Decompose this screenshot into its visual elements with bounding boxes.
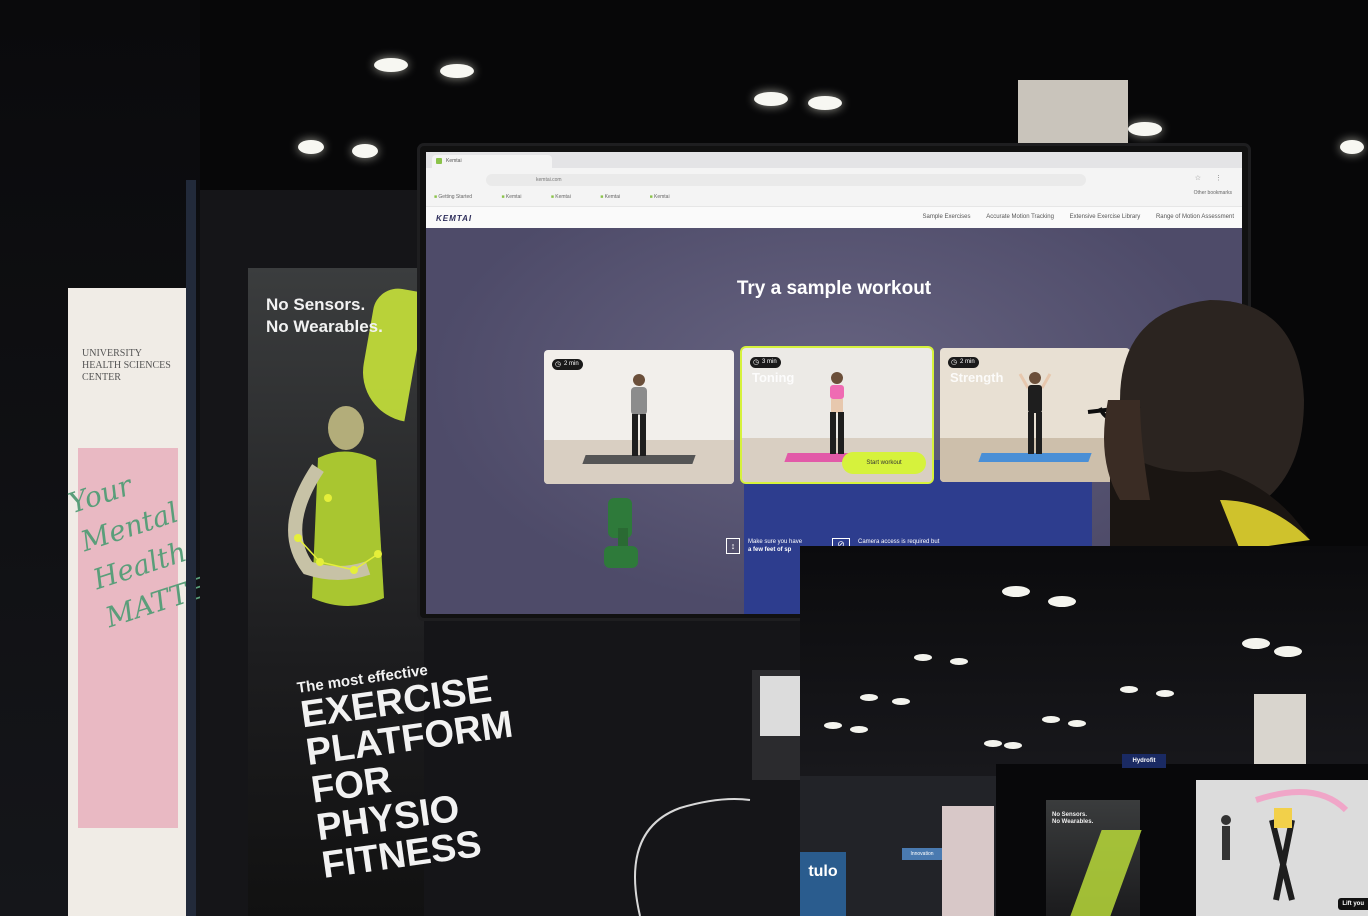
- ceiling-light: [984, 740, 1002, 747]
- info-line: a few feet of sp: [748, 547, 792, 553]
- site-navbar: KEMTAI Sample Exercises Accurate Motion …: [426, 206, 1242, 229]
- ceiling-light: [892, 698, 910, 705]
- duration-badge: 2 min: [552, 359, 583, 370]
- cable: [634, 798, 751, 916]
- banner-athlete-figure: [288, 406, 384, 606]
- address-bar[interactable]: kemtai.com: [486, 174, 1086, 186]
- inset-banner: No Sensors. No Wearables.: [1046, 800, 1142, 916]
- nav-link-range-of-motion[interactable]: Range of Motion Assessment: [1156, 214, 1234, 220]
- site-nav-links: Sample Exercises Accurate Motion Trackin…: [909, 214, 1235, 220]
- inset-display-figure: [1221, 789, 1349, 901]
- space-icon: ↕: [726, 538, 740, 554]
- ceiling-light: [440, 64, 474, 78]
- booth-headline: The most effective EXERCISE PLATFORM FOR…: [296, 648, 553, 887]
- duration-badge: 2 min: [948, 357, 979, 368]
- inset-banner-slogan: No Sensors. No Wearables.: [1052, 812, 1094, 825]
- bookmark-item[interactable]: Kemtai: [501, 194, 521, 200]
- trainer-figure: [830, 372, 844, 454]
- workout-name: Strength: [950, 370, 1004, 385]
- banner-slogan: No Sensors. No Wearables.: [266, 295, 383, 336]
- start-workout-button[interactable]: Start workout: [842, 452, 926, 474]
- other-bookmarks[interactable]: Other bookmarks: [1194, 190, 1232, 196]
- inset-tulo-sign: tulo: [800, 852, 846, 916]
- info-space: ↕ Make sure you have a few feet of sp: [726, 538, 803, 554]
- info-camera: ⊘ Camera access is required but: [832, 538, 940, 550]
- laptop: [752, 670, 800, 780]
- workout-card-selected[interactable]: 3 min Toning Start workout: [742, 348, 932, 482]
- nav-link-exercise-library[interactable]: Extensive Exercise Library: [1070, 214, 1141, 220]
- inset-display-caption: Lift you: [1338, 898, 1368, 910]
- university-banner-text: UNIVERSITY HEALTH SCIENCES CENTER: [82, 348, 171, 383]
- ceiling-light: [1128, 122, 1162, 136]
- bookmark-item[interactable]: Kemtai: [650, 194, 670, 200]
- booth-pole: [186, 180, 196, 916]
- ceiling-light: [1120, 686, 1138, 693]
- ceiling-light: [1274, 646, 1302, 657]
- laptop-screen: [760, 676, 800, 736]
- ceiling-light: [298, 140, 324, 154]
- visitor-person: [1087, 300, 1310, 550]
- inset-banner-shape: [1070, 830, 1142, 916]
- ceiling-light: [914, 654, 932, 661]
- inset-innovation-sign: Innovation: [902, 848, 942, 860]
- ceiling-light: [1156, 690, 1174, 697]
- nav-link-motion-tracking[interactable]: Accurate Motion Tracking: [986, 214, 1054, 220]
- bookmark-item[interactable]: Kemtai: [600, 194, 620, 200]
- expo-booth-photo: UNIVERSITY HEALTH SCIENCES CENTER Your M…: [0, 0, 1368, 916]
- ceiling-light: [950, 658, 968, 665]
- browser-tab[interactable]: Kemtai: [432, 155, 552, 168]
- booth-headline-text: EXERCISE PLATFORM FOR PHYSIO FITNESS: [298, 668, 516, 887]
- ceiling-light: [860, 694, 878, 701]
- ceiling-light: [1048, 596, 1076, 607]
- inset-booth-sign: Hydrofit: [1122, 754, 1166, 768]
- trainer-figure: [631, 374, 647, 456]
- ceiling-light: [1004, 742, 1022, 749]
- bookmark-item[interactable]: Getting Started: [434, 194, 472, 200]
- ceiling-light: [352, 144, 378, 158]
- duration-badge: 3 min: [750, 357, 781, 368]
- workout-card[interactable]: 2 min: [544, 350, 734, 484]
- workout-name: Toning: [752, 370, 795, 385]
- inset-display: Lift you: [1196, 780, 1368, 916]
- ceiling-light: [1042, 716, 1060, 723]
- trainer-figure: [1018, 372, 1052, 454]
- university-banner: UNIVERSITY HEALTH SCIENCES CENTER Your M…: [64, 288, 250, 916]
- ceiling-light: [1242, 638, 1270, 649]
- browser-toolbar-icons[interactable]: ☆ ⋮: [1195, 174, 1228, 182]
- ceiling-light: [1002, 586, 1030, 597]
- ceiling-light: [754, 92, 788, 106]
- inset-booth-wall: [942, 806, 994, 916]
- bookmarks-bar: Getting Started Kemtai Kemtai Kemtai Kem…: [434, 192, 1134, 202]
- ceiling-light: [824, 722, 842, 729]
- kemtai-logo[interactable]: KEMTAI: [436, 214, 472, 223]
- ceiling-light: [1068, 720, 1086, 727]
- nav-link-sample-exercises[interactable]: Sample Exercises: [923, 214, 971, 220]
- inset-photo: tulo Innovation Hydrofit No Sensors. No …: [800, 546, 1368, 916]
- ceiling-light: [808, 96, 842, 110]
- ceiling-column: [1018, 80, 1128, 144]
- browser-tab-strip: Kemtai: [426, 152, 1242, 168]
- info-line: Make sure you have: [748, 539, 803, 545]
- dumbbell-image: [604, 498, 638, 568]
- ceiling-light: [1340, 140, 1364, 154]
- bookmark-item[interactable]: Kemtai: [551, 194, 571, 200]
- info-line: Camera access is required but: [858, 539, 940, 545]
- ceiling-light: [374, 58, 408, 72]
- ceiling-light: [850, 726, 868, 733]
